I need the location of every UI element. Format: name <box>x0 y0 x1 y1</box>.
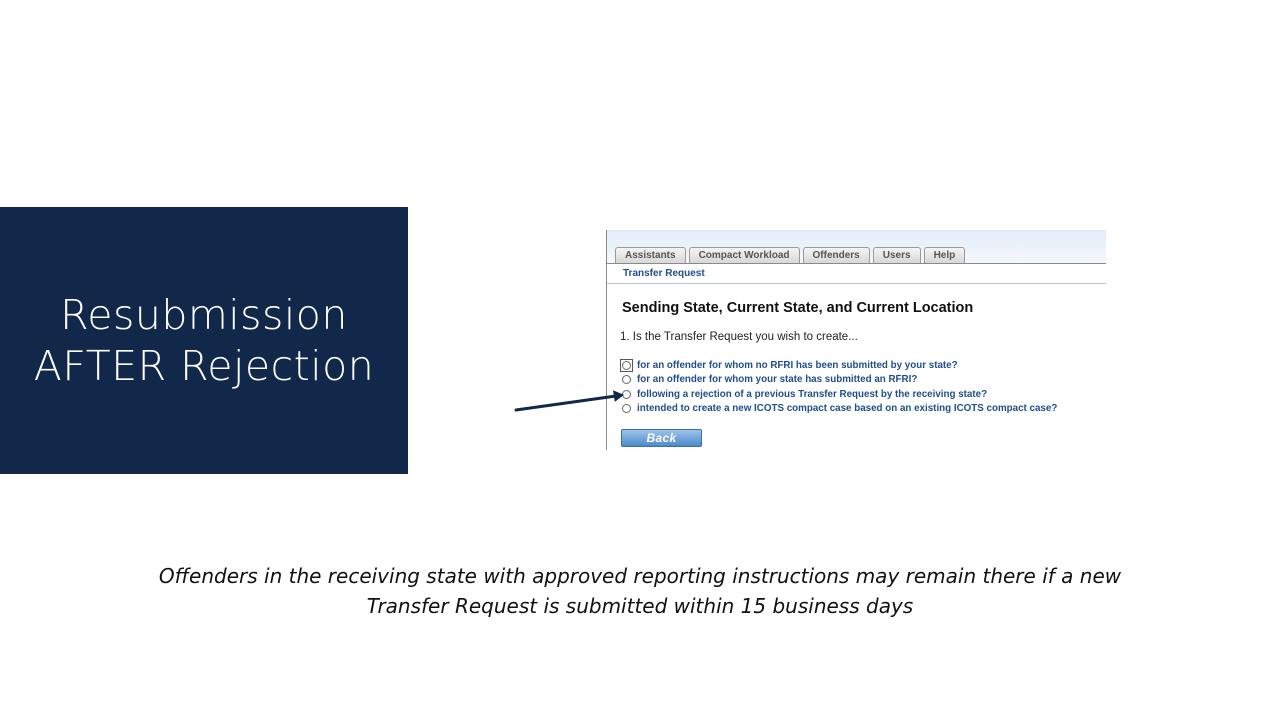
slide-title-box: Resubmission AFTER Rejection <box>0 207 408 474</box>
back-button[interactable]: Back <box>621 429 702 447</box>
page-title: Sending State, Current State, and Curren… <box>622 300 974 316</box>
option-new-compact-case[interactable]: intended to create a new ICOTS compact c… <box>622 402 1057 417</box>
main-nav-tabs: Assistants Compact Workload Offenders Us… <box>615 246 966 264</box>
option-after-rejection[interactable]: following a rejection of a previous Tran… <box>622 387 1057 402</box>
option-label[interactable]: for an offender for whom your state has … <box>637 374 917 385</box>
caption-line-2: Transfer Request is submitted within 15 … <box>366 594 914 618</box>
option-list: for an offender for whom no RFRI has bee… <box>620 358 1057 417</box>
radio-rfri-submitted[interactable] <box>622 375 631 385</box>
tab-assistants[interactable]: Assistants <box>615 247 686 264</box>
slide-caption: Offenders in the receiving state with ap… <box>140 561 1140 621</box>
breadcrumb[interactable]: Transfer Request <box>623 268 705 279</box>
tab-users[interactable]: Users <box>872 247 921 264</box>
app-screenshot: Assistants Compact Workload Offenders Us… <box>606 230 1106 450</box>
option-rfri-submitted[interactable]: for an offender for whom your state has … <box>622 373 1057 388</box>
question-text: 1. Is the Transfer Request you wish to c… <box>620 331 858 343</box>
tab-divider <box>607 263 1106 264</box>
caption-line-1: Offenders in the receiving state with ap… <box>158 564 1122 588</box>
tab-offenders[interactable]: Offenders <box>802 247 870 264</box>
option-no-rfri[interactable]: for an offender for whom no RFRI has bee… <box>620 358 1057 373</box>
option-label[interactable]: for an offender for whom no RFRI has bee… <box>637 360 958 371</box>
option-label[interactable]: intended to create a new ICOTS compact c… <box>637 403 1057 414</box>
tab-compact-workload[interactable]: Compact Workload <box>688 247 800 264</box>
pointer-arrow-icon <box>514 390 624 412</box>
breadcrumb-divider <box>607 283 1106 284</box>
slide-title-line-1: Resubmission <box>60 290 348 339</box>
option-label[interactable]: following a rejection of a previous Tran… <box>637 389 987 400</box>
radio-no-rfri[interactable] <box>620 358 633 372</box>
slide-title-line-2: AFTER Rejection <box>33 341 375 390</box>
tab-help[interactable]: Help <box>923 247 966 264</box>
